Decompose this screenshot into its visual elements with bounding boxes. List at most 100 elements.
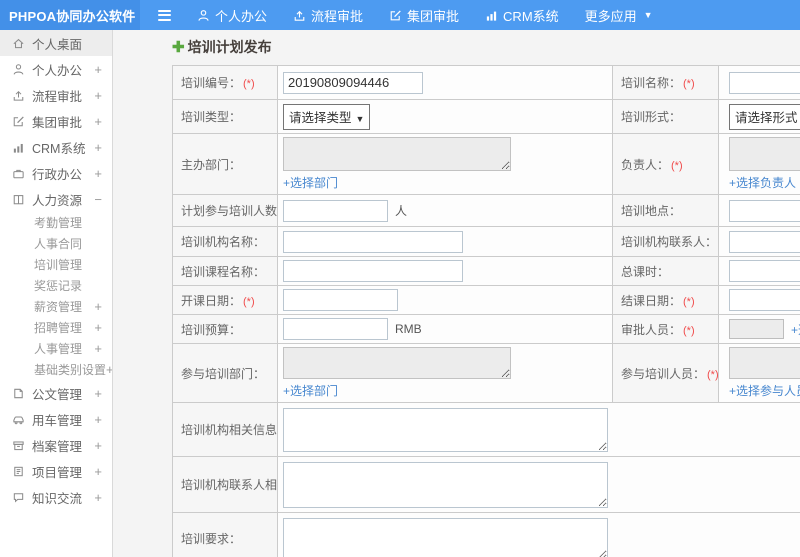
training-place-input[interactable] [729,199,800,222]
bar-chart-icon [13,143,23,153]
nav-more-apps[interactable]: 更多应用 ▼ [585,6,653,25]
expand-plus-icon[interactable]: + [94,438,102,453]
org-info-textarea[interactable] [283,407,608,452]
host-dept-chooser[interactable] [283,137,511,171]
sidebar-subitem-reward-record[interactable]: 奖惩记录 [0,275,112,296]
select-approver-link[interactable]: +选择审批人员 [791,321,800,338]
nav-crm-system[interactable]: CRM系统 [485,6,559,25]
sidebar-item-crm[interactable]: CRM系统 + [0,134,112,160]
training-form-select[interactable]: 请选择形式▼ [729,103,800,130]
expand-plus-icon[interactable]: + [94,341,102,356]
sidebar-item-knowledge[interactable]: 知识交流 + [0,484,112,510]
course-name-input[interactable] [283,260,463,282]
topbar-nav: 个人办公 流程审批 集团审批 CRM系统 更多应用 ▼ [197,6,653,25]
main-content: ✚ 培训计划发布 培训编号：(*) 培训名称：(*) 培训类型： 请选择类型▼ … [114,30,800,557]
expand-plus-icon[interactable]: + [94,140,102,155]
field-label: 培训机构联系人： [621,235,718,249]
unit-suffix: 人 [395,204,408,218]
select-dept-link[interactable]: +选择部门 [283,174,338,191]
sidebar-item-official-doc[interactable]: 公文管理 + [0,380,112,406]
expand-plus-icon[interactable]: + [94,166,102,181]
sidebar-item-personal-desktop[interactable]: 个人桌面 [0,30,112,56]
topbar: PHPOA协同办公软件 个人办公 流程审批 集团审批 CRM系统 更多应用 ▼ [0,0,800,30]
sidebar-item-admin-office[interactable]: 行政办公 + [0,160,112,186]
collapse-minus-icon[interactable]: − [94,192,102,207]
total-hours-input[interactable] [729,260,800,282]
caret-down-icon: ▼ [643,10,653,20]
nav-group-approval[interactable]: 集团审批 [389,6,459,25]
select-leader-link[interactable]: +选择负责人 [729,174,796,191]
sidebar-subitem-hr-contract[interactable]: 人事合同 [0,233,112,254]
required-mark: (*) [683,295,695,308]
sidebar-item-label: 培训管理 [34,258,83,272]
org-name-input[interactable] [283,230,463,253]
expand-plus-icon[interactable]: + [106,362,112,377]
briefcase-icon [13,169,24,178]
hamburger-menu-icon[interactable] [154,6,175,25]
archive-icon [13,440,24,450]
expand-plus-icon[interactable]: + [94,320,102,335]
nav-personal-office[interactable]: 个人办公 [197,6,267,25]
sidebar-subitem-base-category[interactable]: 基础类别设置 + [0,359,112,380]
field-label: 培训机构相关信息： [181,423,278,437]
bar-chart-icon [486,11,497,21]
page-title: ✚ 培训计划发布 [172,38,800,56]
approver-box[interactable] [729,319,784,339]
join-dept-chooser[interactable] [283,347,511,379]
sidebar-subitem-recruitment[interactable]: 招聘管理 + [0,317,112,338]
expand-plus-icon[interactable]: + [94,62,102,77]
expand-plus-icon[interactable]: + [94,299,102,314]
sidebar-item-archive[interactable]: 档案管理 + [0,432,112,458]
field-label: 培训要求： [181,532,242,546]
form-row: 培训课程名称： 总课时： [172,256,800,286]
form-row: 开课日期： (*) 结课日期： (*) [172,285,800,315]
sidebar-subitem-attendance[interactable]: 考勤管理 [0,212,112,233]
sidebar-item-workflow-approval[interactable]: 流程审批 + [0,82,112,108]
end-date-input[interactable] [729,289,800,311]
expand-plus-icon[interactable]: + [94,412,102,427]
chat-icon [13,492,24,503]
sidebar-subitem-salary[interactable]: 薪资管理 + [0,296,112,317]
select-join-dept-link[interactable]: +选择部门 [283,382,338,399]
sidebar-item-group-approval[interactable]: 集团审批 + [0,108,112,134]
training-code-input[interactable] [283,71,423,94]
required-mark: (*) [671,159,683,172]
sidebar-item-project[interactable]: 项目管理 + [0,458,112,484]
form-row: 培训机构联系人相关信息： [172,456,800,513]
budget-input[interactable] [283,318,388,340]
expand-plus-icon[interactable]: + [94,114,102,129]
journal-icon [14,466,23,476]
sidebar-item-personal-office[interactable]: 个人办公 + [0,56,112,82]
training-name-input[interactable] [729,71,800,94]
nav-workflow-approval[interactable]: 流程审批 [293,6,363,25]
sidebar-item-label: 集团审批 [32,115,83,130]
document-icon [14,388,23,398]
sidebar-item-label: 薪资管理 [34,300,83,314]
form-row: 培训编号：(*) 培训名称：(*) [172,65,800,100]
sidebar-subitem-training[interactable]: 培训管理 [0,254,112,275]
expand-plus-icon[interactable]: + [94,464,102,479]
requirement-textarea[interactable] [283,517,608,557]
form-row: 参与培训部门： +选择部门 参与培训人员：(*) +选择参与人员 [172,343,800,403]
expand-plus-icon[interactable]: + [94,386,102,401]
sidebar-subitem-personnel[interactable]: 人事管理 + [0,338,112,359]
expand-plus-icon[interactable]: + [94,490,102,505]
planned-count-input[interactable] [283,199,388,222]
sidebar-item-hr[interactable]: 人力资源 − [0,186,112,212]
sidebar-item-vehicle[interactable]: 用车管理 + [0,406,112,432]
leader-chooser[interactable] [729,137,800,171]
select-join-users-link[interactable]: +选择参与人员 [729,382,800,399]
start-date-input[interactable] [283,289,398,311]
org-contact-input[interactable] [729,230,800,253]
field-label: 审批人员： [621,322,682,337]
upload-icon [13,90,24,101]
sidebar-item-label: 个人办公 [32,63,83,78]
join-users-chooser[interactable] [729,347,800,379]
org-contact-info-textarea[interactable] [283,461,608,508]
field-label: 参与培训人员： [621,366,706,381]
field-label: 总课时： [621,264,670,279]
required-mark: (*) [243,78,255,90]
training-type-select[interactable]: 请选择类型 ▼ [283,103,371,130]
field-label: 结课日期： [621,293,682,308]
expand-plus-icon[interactable]: + [94,88,102,103]
